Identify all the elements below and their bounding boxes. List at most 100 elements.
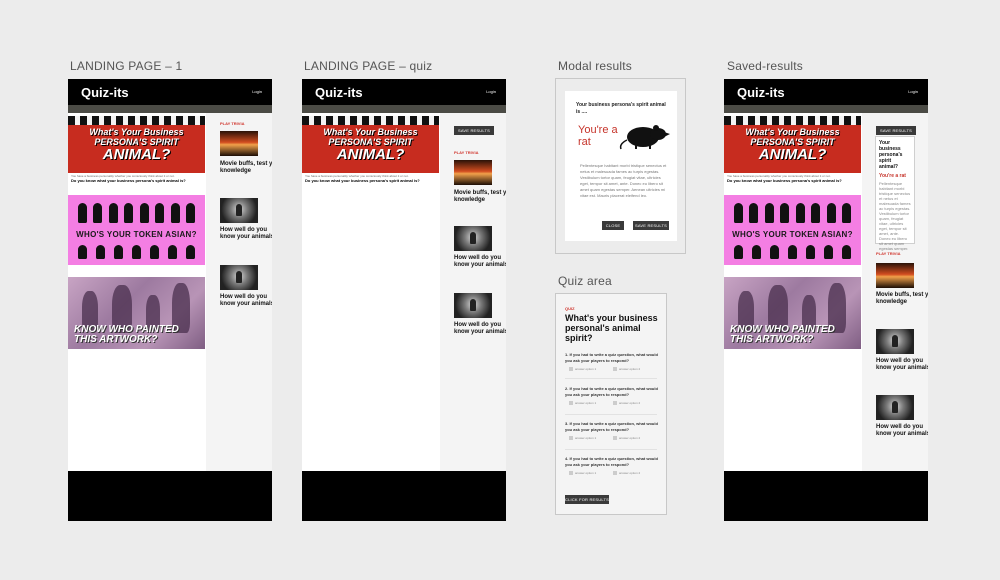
quiz-question: 3. If you had to write a quiz question, …	[565, 421, 658, 432]
banner-title: WHO'S YOUR TOKEN ASIAN?	[76, 230, 197, 239]
frame-title-quiz: Quiz area	[558, 274, 612, 288]
divider	[565, 414, 657, 415]
trivia-caption[interactable]: Movie buffs, test you knowledge	[454, 190, 506, 204]
quiz-kicker: QUIZ	[565, 306, 575, 311]
answer-option-checkbox[interactable]: answer option 1	[569, 436, 596, 440]
banner-stripes	[68, 116, 205, 125]
login-link[interactable]: Login	[486, 89, 496, 94]
trivia-caption[interactable]: Movie buffs, test you knowledge	[220, 161, 272, 175]
banner-stripes	[302, 116, 439, 125]
banner-footer: You have a business personality whether …	[68, 173, 205, 186]
quiz-title: What's your business personal's animal s…	[565, 313, 658, 343]
trivia-thumb-animals[interactable]	[220, 265, 258, 290]
sidebar: SAVE RESULTS Your business persona's spi…	[862, 113, 928, 471]
logo[interactable]: Quiz-its	[315, 85, 363, 100]
persona-quiz-banner[interactable]: What's Your Business PERSONA'S SPIRIT AN…	[68, 116, 205, 186]
frame-title-landing-quiz: LANDING PAGE – quiz	[304, 59, 433, 73]
banner-footer: You have a business personality whether …	[724, 173, 861, 186]
save-results-button[interactable]: SAVE RESULTS	[633, 221, 669, 230]
play-trivia-label: PLAY TRIVIA	[876, 251, 901, 256]
rat-icon	[619, 125, 670, 150]
footer	[724, 471, 928, 521]
banner-title: KNOW WHO PAINTED THIS ARTWORK?	[730, 324, 835, 345]
answer-option-checkbox[interactable]: answer option 1	[569, 471, 596, 475]
banner-title: KNOW WHO PAINTED THIS ARTWORK?	[74, 324, 179, 345]
banner-footer: You have a business personality whether …	[302, 173, 439, 186]
trivia-caption[interactable]: How well do you know your animals?	[220, 227, 272, 241]
close-button[interactable]: CLOSE	[602, 221, 624, 230]
sidebar: SAVE RESULTS PLAY TRIVIA Movie buffs, te…	[440, 113, 506, 471]
logo[interactable]: Quiz-its	[81, 85, 129, 100]
modal-description: Pellentesque habitant morbi tristique se…	[580, 163, 667, 198]
quiz-question: 4. If you had to write a quiz question, …	[565, 456, 658, 467]
token-asian-banner[interactable]: WHO'S YOUR TOKEN ASIAN?	[724, 195, 861, 265]
trivia-thumb-movies[interactable]	[220, 131, 258, 156]
header: Quiz-its Login	[724, 79, 928, 105]
answer-option-checkbox[interactable]: answer option 2	[613, 471, 640, 475]
divider	[565, 378, 657, 379]
save-results-button[interactable]: SAVE RESULTS	[454, 126, 494, 135]
click-for-results-button[interactable]: CLICK FOR RESULTS	[565, 495, 609, 504]
landing-page-1-frame: Quiz-its Login What's Your Business PERS…	[68, 79, 272, 521]
trivia-caption[interactable]: Movie buffs, test you knowledge	[876, 292, 928, 306]
answer-option-checkbox[interactable]: answer option 2	[613, 436, 640, 440]
token-asian-banner[interactable]: WHO'S YOUR TOKEN ASIAN?	[68, 195, 205, 265]
play-trivia-label: PLAY TRIVIA	[454, 150, 479, 155]
trivia-thumb-animals[interactable]	[220, 198, 258, 223]
save-results-button[interactable]: SAVE RESULTS	[876, 126, 916, 135]
banner-headline: What's Your Business PERSONA'S SPIRIT AN…	[89, 127, 184, 163]
saved-results-frame: Quiz-its Login What's Your Business PERS…	[724, 79, 928, 521]
frame-title-modal: Modal results	[558, 59, 632, 73]
trivia-thumb-animals[interactable]	[876, 329, 914, 354]
saved-card-description: Pellentesque habitant morbi tristique se…	[879, 181, 911, 251]
results-modal: Your business persona's spirit animal is…	[565, 91, 677, 241]
trivia-thumb-animals[interactable]	[454, 226, 492, 251]
artwork-banner[interactable]: KNOW WHO PAINTED THIS ARTWORK?	[68, 277, 205, 349]
portrait-row-bottom	[78, 245, 195, 261]
portrait-row-bottom	[734, 245, 851, 261]
trivia-caption[interactable]: How well do you know your animals?	[454, 255, 506, 269]
header-strip	[302, 105, 506, 113]
header-strip	[724, 105, 928, 113]
trivia-caption[interactable]: How well do you know your animals?	[454, 322, 506, 336]
banner-headline: What's Your Business PERSONA'S SPIRIT AN…	[323, 127, 418, 163]
artwork-banner[interactable]: KNOW WHO PAINTED THIS ARTWORK?	[724, 277, 861, 349]
trivia-caption[interactable]: How well do you know your animals?	[876, 424, 928, 438]
banner-title: WHO'S YOUR TOKEN ASIAN?	[732, 230, 853, 239]
footer	[302, 471, 506, 521]
play-trivia-label: PLAY TRIVIA	[220, 121, 245, 126]
answer-option-checkbox[interactable]: answer option 2	[613, 367, 640, 371]
persona-quiz-banner[interactable]: What's Your Business PERSONA'S SPIRIT AN…	[724, 116, 861, 186]
sidebar: PLAY TRIVIA Movie buffs, test you knowle…	[206, 113, 272, 471]
quiz-question: 1. If you had to write a quiz question, …	[565, 352, 658, 363]
saved-card-question: Your business persona's spirit animal?	[879, 140, 903, 170]
frame-title-saved: Saved-results	[727, 59, 803, 73]
trivia-thumb-animals[interactable]	[454, 293, 492, 318]
portrait-row-top	[78, 203, 195, 225]
banner-headline: What's Your Business PERSONA'S SPIRIT AN…	[745, 127, 840, 163]
answer-option-checkbox[interactable]: answer option 1	[569, 367, 596, 371]
login-link[interactable]: Login	[908, 89, 918, 94]
persona-quiz-banner[interactable]: What's Your Business PERSONA'S SPIRIT AN…	[302, 116, 439, 186]
header: Quiz-its Login	[68, 79, 272, 105]
trivia-thumb-movies[interactable]	[876, 263, 914, 288]
saved-result-card[interactable]: Your business persona's spirit animal? Y…	[875, 136, 915, 251]
header-strip	[68, 105, 272, 113]
trivia-caption[interactable]: How well do you know your animals?	[876, 358, 928, 372]
quiz-question: 2. If you had to write a quiz question, …	[565, 386, 658, 397]
trivia-thumb-movies[interactable]	[454, 160, 492, 185]
header: Quiz-its Login	[302, 79, 506, 105]
divider	[565, 449, 657, 450]
modal-question: Your business persona's spirit animal is…	[576, 102, 666, 115]
banner-stripes	[724, 116, 861, 125]
portrait-row-top	[734, 203, 851, 225]
login-link[interactable]: Login	[252, 89, 262, 94]
answer-option-checkbox[interactable]: answer option 2	[613, 401, 640, 405]
footer	[68, 471, 272, 521]
logo[interactable]: Quiz-its	[737, 85, 785, 100]
trivia-caption[interactable]: How well do you know your animals?	[220, 294, 272, 308]
frame-title-landing1: LANDING PAGE – 1	[70, 59, 183, 73]
trivia-thumb-animals[interactable]	[876, 395, 914, 420]
answer-option-checkbox[interactable]: answer option 1	[569, 401, 596, 405]
modal-results-frame: Your business persona's spirit animal is…	[555, 78, 686, 254]
